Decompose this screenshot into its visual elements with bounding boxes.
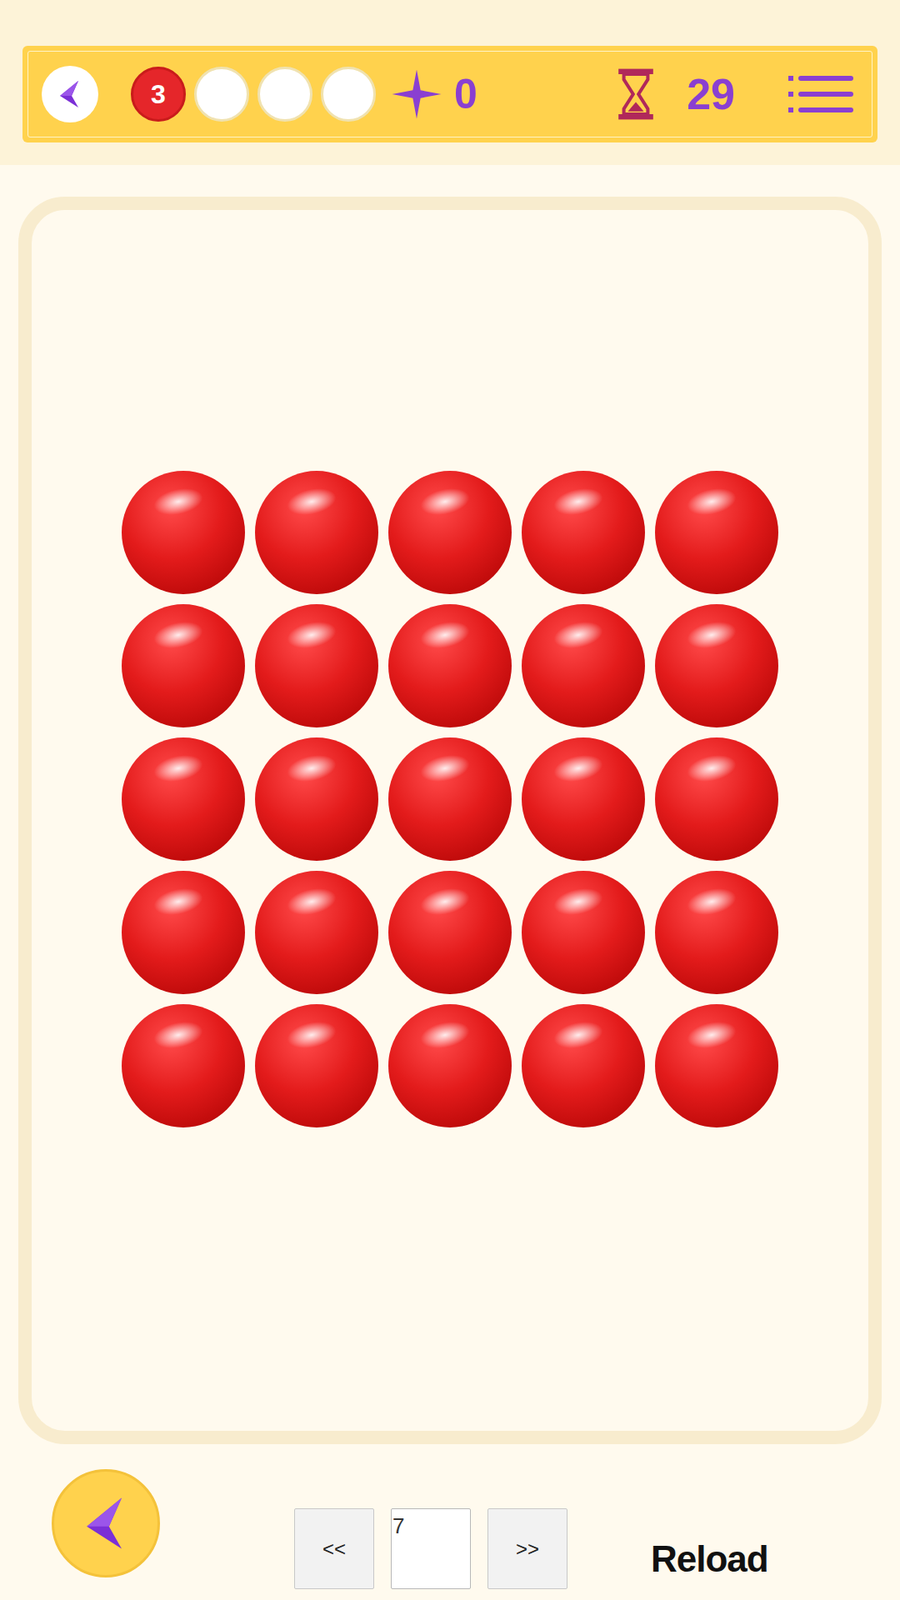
- ball[interactable]: [388, 470, 512, 595]
- ball[interactable]: [655, 870, 779, 995]
- timer: 29: [686, 61, 735, 127]
- menu-icon[interactable]: [788, 74, 855, 115]
- ball[interactable]: [388, 737, 512, 861]
- hourglass-icon: [615, 67, 657, 121]
- board-panel: [18, 196, 882, 1445]
- ball[interactable]: [521, 870, 645, 995]
- reload-button[interactable]: Reload: [650, 1531, 769, 1587]
- ball[interactable]: [521, 470, 645, 595]
- footer: <<7>> Reload: [0, 1444, 900, 1600]
- prev-button[interactable]: <<: [294, 1508, 375, 1590]
- ball-grid: [121, 470, 779, 1431]
- back-round-button[interactable]: [51, 1469, 160, 1578]
- progress-dot: 3: [130, 66, 186, 122]
- ball[interactable]: [121, 1004, 245, 1128]
- ball-row: [121, 470, 779, 595]
- ball[interactable]: [655, 737, 779, 861]
- star-count: 0: [454, 63, 478, 126]
- ball[interactable]: [521, 737, 645, 861]
- ball[interactable]: [121, 470, 245, 595]
- ball-row: [121, 870, 779, 995]
- ball[interactable]: [255, 737, 379, 861]
- ball[interactable]: [121, 737, 245, 861]
- ball[interactable]: [655, 604, 779, 728]
- ball[interactable]: [388, 604, 512, 728]
- ball[interactable]: [255, 870, 379, 995]
- game-screen: 3 0 29 <<7>> Reload: [0, 0, 900, 1600]
- progress-dots: 3: [130, 66, 376, 122]
- header-bar: 3 0 29: [22, 45, 878, 143]
- ball[interactable]: [255, 470, 379, 595]
- star-icon: [390, 68, 443, 120]
- ball[interactable]: [655, 1004, 779, 1128]
- back-arrow-icon: [74, 1491, 138, 1555]
- ball-row: [121, 737, 779, 861]
- ball[interactable]: [121, 604, 245, 728]
- progress-dot: [320, 66, 376, 122]
- page-input[interactable]: 7: [390, 1508, 471, 1590]
- ball[interactable]: [521, 1004, 645, 1128]
- ball[interactable]: [388, 1004, 512, 1128]
- progress-dot: [257, 66, 313, 122]
- back-button[interactable]: [41, 65, 99, 123]
- ball[interactable]: [121, 870, 245, 995]
- ball[interactable]: [255, 1004, 379, 1128]
- ball[interactable]: [655, 470, 779, 595]
- back-arrow-icon: [53, 77, 87, 111]
- progress-dot: [194, 66, 250, 122]
- top-strip: 3 0 29: [0, 0, 900, 165]
- ball[interactable]: [255, 604, 379, 728]
- ball[interactable]: [521, 604, 645, 728]
- ball-row: [121, 604, 779, 728]
- ball-row: [121, 1004, 779, 1128]
- next-button[interactable]: >>: [487, 1508, 568, 1590]
- ball[interactable]: [388, 870, 512, 995]
